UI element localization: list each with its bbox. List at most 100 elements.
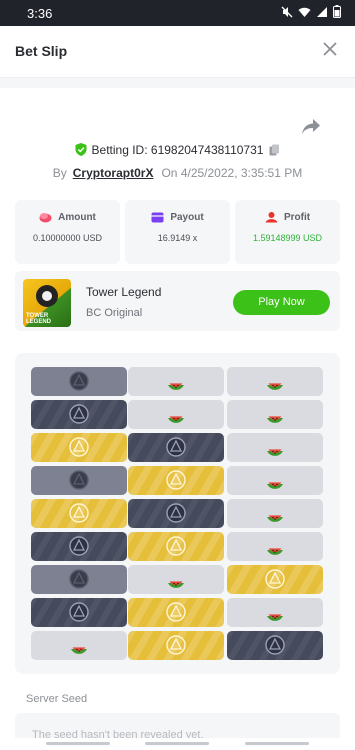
page-title: Bet Slip — [15, 43, 68, 59]
nav-recent[interactable] — [46, 742, 110, 745]
stat-payout-value: 16.9149 x — [157, 233, 198, 243]
tower-cell — [227, 367, 323, 396]
tower-cell — [31, 433, 127, 462]
status-bar: 3:36 — [0, 0, 355, 26]
tower-board — [15, 353, 340, 674]
skull-icon — [68, 436, 90, 458]
skull-icon — [68, 502, 90, 524]
profit-icon — [265, 212, 278, 223]
stat-profit-label: Profit — [283, 212, 311, 223]
share-icon[interactable] — [301, 118, 323, 140]
skull-icon — [264, 634, 286, 656]
wallet-icon — [151, 212, 164, 223]
play-now-button[interactable]: Play Now — [233, 290, 330, 315]
tower-cell — [31, 466, 127, 495]
by-label: By — [52, 166, 67, 180]
watermelon-icon — [264, 601, 286, 623]
tower-cell — [227, 631, 323, 660]
bet-stats: Amount 0.10000000 USD Payout 16.9149 x P… — [15, 200, 340, 264]
on-label: On — [161, 166, 178, 180]
system-nav-bar — [0, 738, 355, 750]
tower-cell — [227, 598, 323, 627]
tower-cell — [128, 532, 224, 561]
tower-cell — [128, 367, 224, 396]
battery-icon — [333, 5, 341, 18]
tower-cell — [227, 466, 323, 495]
tower-cell — [31, 367, 127, 396]
bet-detail-sheet: Betting ID: 61982047438110731 By Cryptora… — [0, 88, 355, 750]
stat-amount: Amount 0.10000000 USD — [15, 200, 120, 264]
betting-id-row: Betting ID: 61982047438110731 — [0, 143, 355, 157]
tower-cell — [128, 598, 224, 627]
skull-icon — [165, 469, 187, 491]
skull-icon — [68, 535, 90, 557]
skull-icon — [165, 535, 187, 557]
watermelon-icon — [68, 634, 90, 656]
skull-icon — [68, 601, 90, 623]
bet-datetime: 4/25/2022, 3:35:51 PM — [180, 166, 303, 180]
close-icon[interactable] — [319, 38, 341, 60]
watermelon-icon — [165, 568, 187, 590]
watermelon-icon — [264, 502, 286, 524]
stat-profit: Profit 1.59148999 USD — [235, 200, 340, 264]
tower-cell — [31, 565, 127, 594]
tower-cell — [128, 499, 224, 528]
watermelon-icon — [264, 370, 286, 392]
tower-cell — [31, 499, 127, 528]
bet-slip-header: Bet Slip — [0, 26, 355, 78]
tower-cell — [31, 598, 127, 627]
tower-cell — [31, 631, 127, 660]
betting-id: Betting ID: 61982047438110731 — [91, 143, 264, 157]
verified-shield-icon — [75, 143, 87, 156]
status-icons — [281, 5, 341, 18]
signal-icon — [317, 6, 327, 17]
game-card: TOWER LEGEND Tower Legend BC Original Pl… — [15, 271, 340, 331]
watermelon-icon — [264, 469, 286, 491]
skull-icon — [165, 502, 187, 524]
mute-icon — [281, 6, 293, 17]
tower-cell — [128, 466, 224, 495]
tower-cell — [227, 400, 323, 429]
game-name: Tower Legend — [86, 285, 162, 299]
tower-cell — [227, 532, 323, 561]
skull-icon — [68, 469, 90, 491]
tower-cell — [128, 631, 224, 660]
bet-author-row: By Cryptorapt0rX On 4/25/2022, 3:35:51 PM — [0, 166, 355, 180]
stat-profit-value: 1.59148999 USD — [252, 233, 323, 243]
stat-payout: Payout 16.9149 x — [125, 200, 230, 264]
stat-amount-label: Amount — [58, 212, 96, 223]
status-time: 3:36 — [27, 6, 53, 21]
tower-cell — [128, 433, 224, 462]
watermelon-icon — [264, 535, 286, 557]
stat-amount-value: 0.10000000 USD — [32, 233, 103, 243]
stat-payout-label: Payout — [170, 212, 204, 223]
watermelon-icon — [264, 436, 286, 458]
skull-icon — [165, 634, 187, 656]
game-thumbnail[interactable]: TOWER LEGEND — [23, 279, 71, 327]
tower-cell — [227, 565, 323, 594]
game-thumbnail-text: TOWER LEGEND — [26, 313, 52, 325]
skull-icon — [68, 370, 90, 392]
game-provider: BC Original — [86, 307, 143, 319]
nav-back[interactable] — [245, 742, 309, 745]
tower-cell — [31, 400, 127, 429]
wifi-icon — [298, 7, 311, 17]
username-link[interactable]: Cryptorapt0rX — [73, 166, 154, 180]
skull-icon — [165, 436, 187, 458]
coins-icon — [39, 213, 52, 223]
nav-home[interactable] — [145, 742, 209, 745]
watermelon-icon — [165, 370, 187, 392]
skull-icon — [165, 601, 187, 623]
watermelon-icon — [165, 403, 187, 425]
tower-cell — [227, 499, 323, 528]
skull-icon — [68, 568, 90, 590]
content-area: Betting ID: 61982047438110731 By Cryptora… — [0, 78, 355, 750]
tower-cell — [227, 433, 323, 462]
copy-icon[interactable] — [269, 144, 280, 156]
watermelon-icon — [264, 403, 286, 425]
skull-icon — [68, 403, 90, 425]
tower-cell — [128, 400, 224, 429]
skull-icon — [264, 568, 286, 590]
tower-cell — [128, 565, 224, 594]
tower-cell — [31, 532, 127, 561]
